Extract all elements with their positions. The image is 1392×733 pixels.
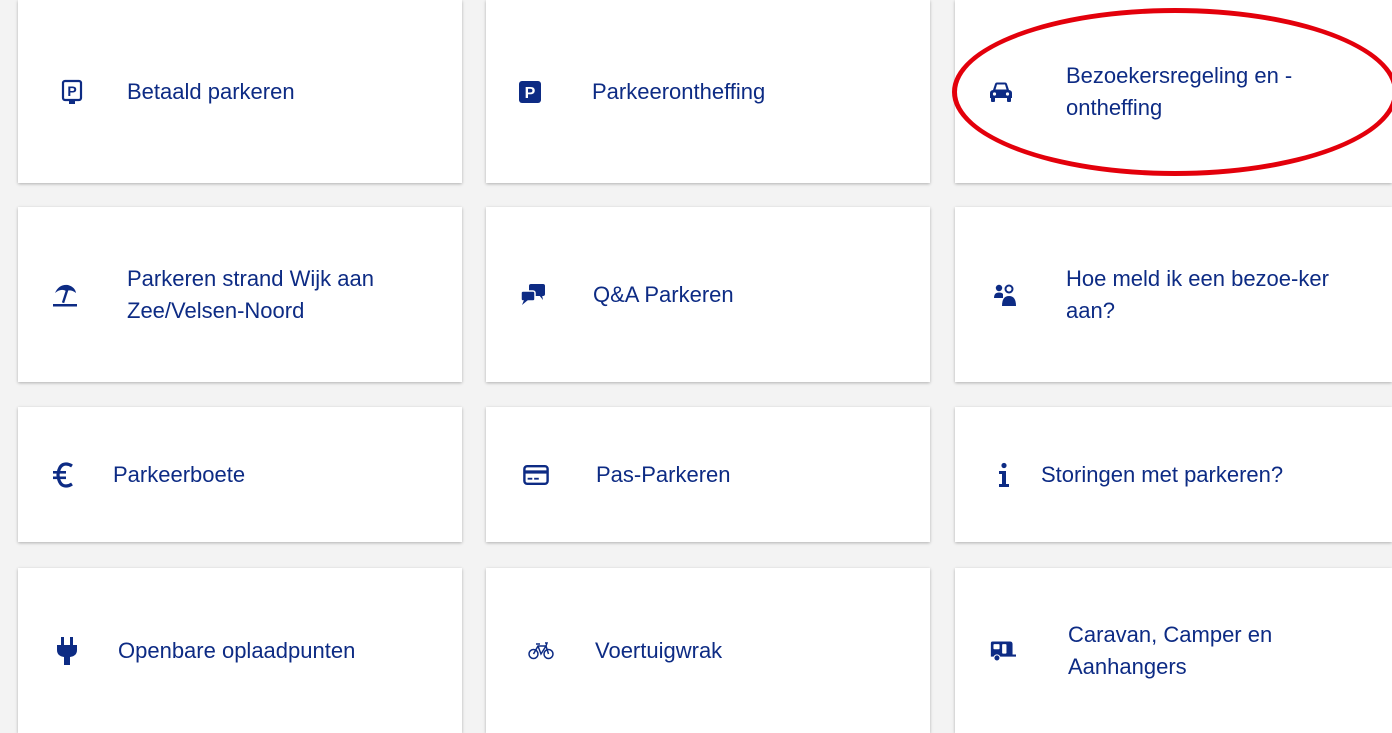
tile-parkeerontheffing[interactable]: P Parkeerontheffing bbox=[486, 0, 930, 183]
tile-qa-parkeren[interactable]: Q&A Parkeren bbox=[486, 207, 930, 382]
tile-openbare-oplaadpunten[interactable]: Openbare oplaadpunten bbox=[18, 568, 462, 733]
tile-betaald-parkeren[interactable]: P Betaald parkeren bbox=[18, 0, 462, 183]
caravan-icon bbox=[990, 638, 1016, 664]
tile-label: Parkeerboete bbox=[113, 461, 246, 487]
tile-storingen[interactable]: Storingen met parkeren? bbox=[955, 407, 1392, 542]
plug-icon bbox=[54, 636, 80, 665]
tile-label: Pas-Parkeren bbox=[596, 461, 731, 487]
credit-card-icon bbox=[523, 462, 549, 488]
tile-label: Caravan, Camper en Aanhangers bbox=[1068, 621, 1273, 679]
tile-parkeerboete[interactable]: Parkeerboete bbox=[18, 407, 462, 542]
tile-pas-parkeren[interactable]: Pas-Parkeren bbox=[486, 407, 930, 542]
tile-hoe-meld-ik[interactable]: Hoe meld ik een bezoe-ker aan? bbox=[955, 207, 1392, 382]
tile-label: Hoe meld ik een bezoe-ker aan? bbox=[1066, 265, 1329, 323]
tile-label: Voertuigwrak bbox=[595, 637, 723, 663]
beach-umbrella-icon bbox=[52, 282, 78, 308]
tile-label: Parkeerontheffing bbox=[592, 78, 766, 104]
parking-square-icon: P bbox=[517, 79, 543, 105]
tile-caravan[interactable]: Caravan, Camper en Aanhangers bbox=[955, 568, 1392, 733]
tile-bezoekersregeling[interactable]: Bezoekersregeling en - ontheffing bbox=[955, 0, 1392, 183]
info-icon bbox=[991, 462, 1017, 488]
chat-bubbles-icon bbox=[520, 282, 546, 308]
users-icon bbox=[993, 282, 1019, 308]
tile-voertuigwrak[interactable]: Voertuigwrak bbox=[486, 568, 930, 733]
tile-label: Storingen met parkeren? bbox=[1041, 461, 1284, 487]
euro-icon bbox=[51, 461, 77, 488]
car-icon bbox=[988, 79, 1014, 105]
svg-text:P: P bbox=[67, 83, 76, 99]
parking-sign-icon: P bbox=[60, 79, 86, 105]
tile-label: Betaald parkeren bbox=[127, 78, 295, 104]
tile-label: Bezoekersregeling en - ontheffing bbox=[1066, 62, 1293, 120]
tile-parkeren-strand[interactable]: Parkeren strand Wijk aan Zee/Velsen-Noor… bbox=[18, 207, 462, 382]
tile-label: Parkeren strand Wijk aan Zee/Velsen-Noor… bbox=[127, 265, 374, 323]
tile-label: Openbare oplaadpunten bbox=[118, 637, 356, 663]
svg-text:P: P bbox=[525, 85, 536, 102]
bicycle-icon bbox=[528, 638, 554, 664]
tile-label: Q&A Parkeren bbox=[593, 281, 734, 307]
